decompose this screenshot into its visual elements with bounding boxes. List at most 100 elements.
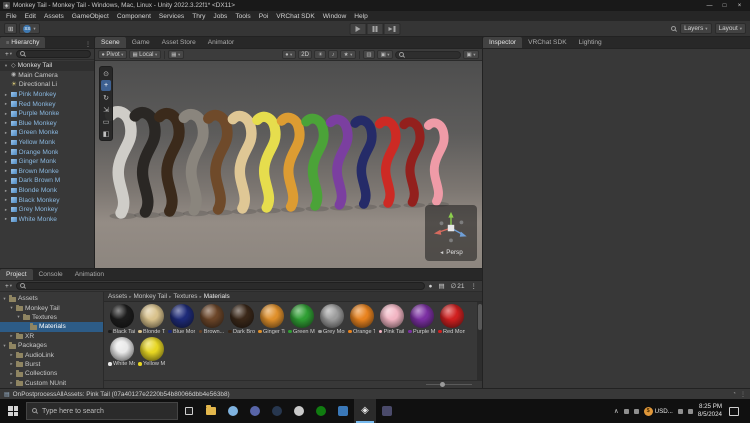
- shading-mode-dropdown[interactable]: ● ▾: [281, 50, 296, 59]
- folder-item-materials[interactable]: Materials: [0, 322, 103, 332]
- hierarchy-item-ginger-monk[interactable]: ▸ Ginger Monk: [0, 157, 94, 167]
- asset-material-blue-monk[interactable]: Blue Monk...: [168, 304, 195, 335]
- assets-scrollbar[interactable]: [477, 302, 482, 380]
- asset-material-pink-tail[interactable]: Pink Tail: [378, 304, 405, 335]
- foldout-arrow-icon[interactable]: ▾: [3, 63, 9, 69]
- taskbar-app-chrome[interactable]: [288, 399, 310, 423]
- scene-object-blonde-tail[interactable]: [227, 110, 257, 214]
- tray-expand-icon[interactable]: ∧: [614, 407, 619, 415]
- account-button[interactable]: SS ▾: [19, 23, 40, 34]
- taskbar-clock[interactable]: 8:25 PM 8/5/2024: [698, 403, 722, 419]
- asset-material-purple-mo[interactable]: Purple Mo...: [408, 304, 435, 335]
- folder-item-monkey-tail[interactable]: ▾ Monkey Tail: [0, 303, 103, 312]
- status-message[interactable]: OnPostprocessAllAssets: Pink Tail (07a40…: [13, 391, 230, 398]
- foldout-arrow-icon[interactable]: ▸: [3, 197, 9, 203]
- foldout-arrow-icon[interactable]: ▸: [9, 352, 14, 358]
- folder-item-assets[interactable]: ▾ Assets: [0, 294, 103, 303]
- taskbar-app-photos[interactable]: [376, 399, 398, 423]
- tab-asset-store[interactable]: Asset Store: [156, 37, 202, 48]
- foldout-arrow-icon[interactable]: ▸: [9, 333, 14, 339]
- asset-material-black-tail[interactable]: Black Tail: [108, 304, 135, 335]
- scene-object-grey-tail[interactable]: [178, 108, 209, 216]
- hierarchy-item-grey-monkey[interactable]: ▸ Grey Monkey: [0, 205, 94, 215]
- hierarchy-item-white-monke[interactable]: ▸ White Monke: [0, 215, 94, 225]
- taskbar-app-xbox[interactable]: [310, 399, 332, 423]
- breadcrumb-materials[interactable]: Materials: [204, 293, 230, 300]
- scene-object-pink-tail[interactable]: [423, 118, 449, 206]
- menu-edit[interactable]: Edit: [21, 13, 40, 20]
- folder-item-custom-nunit[interactable]: ▸ Custom NUnit: [0, 379, 103, 388]
- folder-item-textures[interactable]: ▾ Textures: [0, 313, 103, 322]
- scrollbar-thumb[interactable]: [477, 304, 482, 330]
- breadcrumb-textures[interactable]: Textures: [173, 293, 197, 300]
- play-button[interactable]: [349, 23, 367, 35]
- panel-menu-icon[interactable]: ⋮: [82, 41, 94, 48]
- menu-window[interactable]: Window: [319, 13, 350, 20]
- console-message-icon[interactable]: ▤: [4, 391, 10, 398]
- taskbar-app-discord[interactable]: [244, 399, 266, 423]
- taskbar-search-input[interactable]: Type here to search: [26, 402, 178, 420]
- hierarchy-item-main-camera[interactable]: ◉ Main Camera: [0, 71, 94, 81]
- tab-inspector[interactable]: Inspector: [483, 37, 523, 48]
- tab-game[interactable]: Game: [126, 37, 156, 48]
- menu-gameobject[interactable]: GameObject: [68, 13, 113, 20]
- hierarchy-item-yellow-monk[interactable]: ▸ Yellow Monk: [0, 138, 94, 148]
- orientation-gizmo[interactable]: [430, 210, 472, 248]
- tray-battery-icon[interactable]: [687, 408, 693, 414]
- asset-material-red-monk[interactable]: Red Monk...: [438, 304, 465, 335]
- transform-tool[interactable]: ◧: [101, 128, 111, 139]
- foldout-arrow-icon[interactable]: ▸: [3, 207, 9, 213]
- tray-status-icon[interactable]: [623, 408, 629, 414]
- slider-knob[interactable]: [439, 381, 445, 387]
- search-by-label-button[interactable]: ▤: [436, 282, 446, 290]
- foldout-arrow-icon[interactable]: ▸: [9, 361, 14, 367]
- foldout-arrow-icon[interactable]: ▾: [2, 296, 7, 302]
- foldout-arrow-icon[interactable]: ▸: [3, 101, 9, 107]
- menu-assets[interactable]: Assets: [40, 13, 68, 20]
- grid-icon[interactable]: ⊞: [4, 23, 18, 34]
- tab-lighting[interactable]: Lighting: [573, 37, 608, 48]
- foldout-arrow-icon[interactable]: ▸: [3, 178, 9, 184]
- foldout-arrow-icon[interactable]: ▸: [9, 371, 14, 377]
- tab-animation[interactable]: Animation: [69, 269, 110, 280]
- scene-object-black-tail[interactable]: [129, 107, 161, 218]
- scene-viewport[interactable]: ⊙ + ↻ ⇲ ▭ ◧ ◄ Persp: [95, 61, 482, 268]
- foldout-arrow-icon[interactable]: ▾: [2, 343, 7, 349]
- tray-volume-icon[interactable]: [677, 408, 683, 414]
- panel-menu-icon[interactable]: ⋮: [469, 282, 480, 290]
- camera-settings-dropdown[interactable]: ▣ ▾: [377, 50, 394, 59]
- search-icon[interactable]: [671, 25, 677, 32]
- layout-dropdown[interactable]: Layout ▾: [714, 23, 746, 34]
- rotate-tool[interactable]: ↻: [101, 92, 111, 103]
- foldout-arrow-icon[interactable]: ▸: [3, 168, 9, 174]
- project-search-input[interactable]: [16, 282, 425, 290]
- scene-object-purple-tail[interactable]: [325, 114, 353, 210]
- search-by-type-button[interactable]: ●: [427, 282, 435, 290]
- hierarchy-item-green-monke[interactable]: ▸ Green Monke: [0, 128, 94, 138]
- scene-object-red-tail[interactable]: [374, 116, 401, 208]
- foldout-arrow-icon[interactable]: ▾: [9, 305, 14, 311]
- scene-object-white-tail[interactable]: [104, 106, 137, 219]
- asset-material-white-mon[interactable]: White Mon...: [108, 336, 135, 367]
- asset-material-brown[interactable]: Brown...: [198, 304, 225, 335]
- hierarchy-item-red-monkey[interactable]: ▸ Red Monkey: [0, 99, 94, 109]
- add-asset-button[interactable]: + ▾: [3, 282, 14, 290]
- folder-item-packages[interactable]: ▾ Packages: [0, 341, 103, 350]
- close-button[interactable]: ×: [732, 0, 747, 11]
- 2d-toggle[interactable]: 2D: [297, 50, 313, 59]
- hierarchy-item-black-monkey[interactable]: ▸ Black Monkey: [0, 195, 94, 205]
- scene-object-blue-tail[interactable]: [350, 115, 377, 209]
- taskbar-app-file-explorer[interactable]: [200, 399, 222, 423]
- panel-menu-icon[interactable]: ⋮: [740, 391, 746, 398]
- asset-material-green-mon[interactable]: Green Mon...: [288, 304, 315, 335]
- thumbnail-size-slider[interactable]: [426, 381, 472, 387]
- hierarchy-search-input[interactable]: [16, 50, 91, 58]
- tab-vrchat-sdk[interactable]: VRChat SDK: [522, 37, 572, 48]
- asset-material-orange-tail[interactable]: Orange Tail: [348, 304, 375, 335]
- hierarchy-item-purple-monke[interactable]: ▸ Purple Monke: [0, 109, 94, 119]
- menu-vrchat-sdk[interactable]: VRChat SDK: [272, 13, 318, 20]
- hierarchy-item-pink-monkey[interactable]: ▸ Pink Monkey: [0, 90, 94, 100]
- folder-item-burst[interactable]: ▸ Burst: [0, 360, 103, 369]
- breadcrumb-monkey-tail[interactable]: Monkey Tail: [133, 293, 167, 300]
- foldout-arrow-icon[interactable]: ▸: [3, 140, 9, 146]
